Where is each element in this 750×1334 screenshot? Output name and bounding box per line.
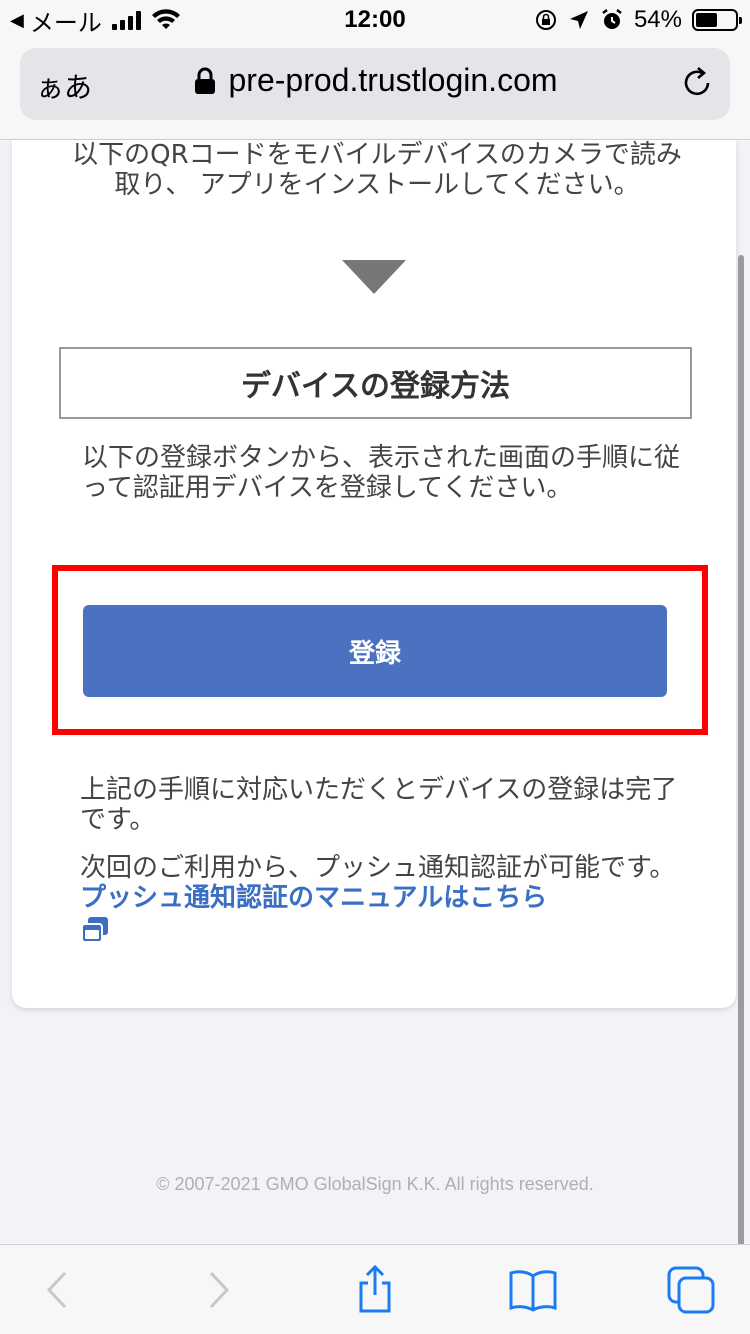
external-link-icon[interactable]	[80, 915, 110, 945]
scrollbar[interactable]	[738, 255, 744, 1247]
copyright-text: © 2007-2021 GMO GlobalSign K.K. All righ…	[156, 1174, 594, 1194]
rotation-lock-icon	[535, 10, 556, 30]
browser-address-area: ぁあ pre-prod.trustlogin.com	[0, 40, 750, 140]
address-bar[interactable]: ぁあ pre-prod.trustlogin.com	[20, 48, 730, 120]
forward-icon[interactable]	[193, 1265, 243, 1315]
section-title: デバイスの登録方法	[59, 347, 692, 419]
status-right: 54%	[534, 6, 742, 34]
status-bar: ◀ メール 12:00 54%	[0, 0, 750, 40]
url-display[interactable]: pre-prod.trustlogin.com	[20, 62, 730, 99]
register-instruction-text: 以下の登録ボタンから、表示された画面の手順に従って認証用デバイスを登録してくださ…	[82, 443, 681, 503]
battery-percent: 54%	[633, 6, 682, 33]
reload-icon[interactable]	[680, 66, 714, 100]
alarm-icon	[602, 9, 622, 29]
content-card: 以下のQRコードをモバイルデバイスのカメラで読み取り、 アプリをインストールして…	[12, 140, 736, 1008]
share-icon[interactable]	[350, 1265, 400, 1315]
qr-instruction-text: 以下のQRコードをモバイルデバイスのカメラで読み取り、 アプリをインストールして…	[72, 140, 682, 200]
next-usage-text: 次回のご利用から、プッシュ通知認証が可能です。 プッシュ通知認証のマニュアルはこ…	[80, 853, 690, 945]
push-manual-link[interactable]: プッシュ通知認証のマニュアルはこちら	[80, 883, 547, 913]
browser-toolbar	[0, 1244, 750, 1334]
register-button[interactable]: 登録	[83, 605, 667, 697]
lock-icon	[195, 67, 216, 94]
url-text: pre-prod.trustlogin.com	[228, 62, 558, 98]
next-usage-sentence: 次回のご利用から、プッシュ通知認証が可能です。	[80, 853, 676, 883]
down-arrow-icon	[342, 260, 406, 294]
location-icon	[569, 11, 588, 29]
battery-icon	[692, 9, 742, 31]
tabs-icon[interactable]	[666, 1265, 716, 1315]
complete-text: 上記の手順に対応いただくとデバイスの登録は完了です。	[80, 775, 678, 835]
back-icon[interactable]	[33, 1265, 83, 1315]
bookmarks-icon[interactable]	[508, 1265, 558, 1315]
